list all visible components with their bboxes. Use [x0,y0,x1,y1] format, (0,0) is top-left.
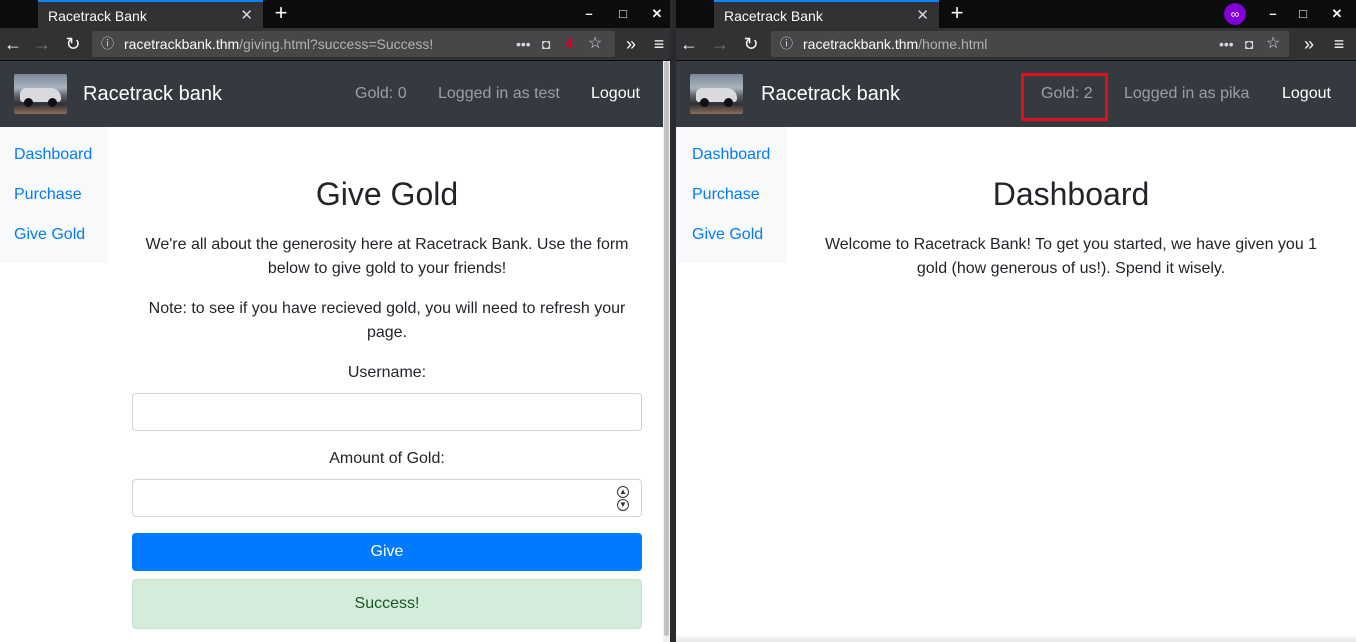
sidebar-item-dashboard[interactable]: Dashboard [0,144,108,184]
page-title: Give Gold [315,176,459,212]
new-tab-icon[interactable]: + [946,0,968,28]
forward-icon[interactable]: → [29,28,55,60]
number-stepper[interactable]: ▲ ▼ [617,486,629,512]
logout-link[interactable]: Logout [1282,61,1331,127]
sidebar-item-purchase[interactable]: Purchase [0,184,108,224]
username-label: Username: [347,364,427,381]
welcome-text: Welcome to Racetrack Bank! To get you st… [824,236,1318,277]
close-window-icon[interactable]: ✕ [1322,0,1352,28]
tab-strip: Racetrack Bank ✕ + – □ ✕ [0,0,670,28]
minimize-icon[interactable]: – [574,0,604,28]
extension-badge[interactable]: 4 [565,31,573,57]
reload-icon[interactable]: ↻ [60,28,86,60]
tab-title: Racetrack Bank [48,8,147,24]
stepper-down-icon[interactable]: ▼ [617,499,629,511]
browser-window-left: Racetrack Bank ✕ + – □ ✕ ← → ↻ ⓘ racetra… [0,0,670,642]
close-tab-icon[interactable]: ✕ [916,2,929,30]
note-text: Note: to see if you have recieved gold, … [148,300,626,341]
amount-label: Amount of Gold: [329,450,445,467]
hamburger-menu-icon[interactable]: ≡ [1326,28,1352,60]
overflow-menu-icon[interactable]: » [1296,28,1322,60]
tab-title: Racetrack Bank [724,8,823,24]
sidebar-item-dashboard[interactable]: Dashboard [676,144,787,184]
site-navbar: Racetrack bank Gold: 0 Logged in as test… [0,61,670,127]
brand-name[interactable]: Racetrack bank [761,61,900,127]
info-icon[interactable]: ⓘ [780,31,793,57]
pocket-icon[interactable]: ◘ [1245,31,1253,57]
site-navbar: Racetrack bank Gold: 2 Logged in as pika… [676,61,1356,127]
sidebar-item-purchase[interactable]: Purchase [676,184,787,224]
url-domain: racetrackbank.thm [803,36,919,52]
logged-in-status: Logged in as pika [1124,85,1250,102]
give-button[interactable]: Give [132,533,642,571]
forward-icon[interactable]: → [707,28,733,60]
private-browsing-icon: ∞ [1224,3,1246,25]
hamburger-menu-icon[interactable]: ≡ [646,28,670,60]
username-input[interactable] [132,393,642,431]
info-icon[interactable]: ⓘ [101,31,114,57]
close-window-icon[interactable]: ✕ [642,0,670,28]
gold-balance: Gold: 0 [355,85,407,102]
stepper-up-icon[interactable]: ▲ [617,486,629,498]
close-tab-icon[interactable]: ✕ [240,2,253,30]
tab-strip: Racetrack Bank ✕ + ∞ – □ ✕ [676,0,1356,28]
amount-input[interactable]: ▲ ▼ [132,479,642,517]
pocket-icon[interactable]: ◘ [542,31,550,57]
sidebar: Dashboard Purchase Give Gold [676,127,787,263]
browser-tab[interactable]: Racetrack Bank ✕ [38,0,263,28]
page-title: Dashboard [992,176,1150,212]
back-icon[interactable]: ← [676,28,702,60]
browser-window-right: Racetrack Bank ✕ + ∞ – □ ✕ ← → ↻ ⓘ racet… [676,0,1356,642]
scrollbar[interactable] [663,61,670,642]
url-path: /home.html [918,36,988,52]
brand-name[interactable]: Racetrack bank [83,61,222,127]
new-tab-icon[interactable]: + [270,0,292,28]
minimize-icon[interactable]: – [1258,0,1288,28]
address-bar[interactable]: ⓘ racetrackbank.thm/home.html ••• ◘ ☆ [771,31,1289,57]
page-actions-icon[interactable]: ••• [1219,31,1234,57]
racecar-logo [690,74,743,114]
url-domain: racetrackbank.thm [124,36,240,52]
main-content: Dashboard Welcome to Racetrack Bank! To … [811,127,1331,297]
bookmark-star-icon[interactable]: ☆ [1266,31,1280,57]
browser-toolbar: ← → ↻ ⓘ racetrackbank.thm/giving.html?su… [0,28,670,61]
scrollbar-thumb[interactable] [664,61,669,636]
main-content: Give Gold We're all about the generosity… [132,127,642,629]
address-bar[interactable]: ⓘ racetrackbank.thm/giving.html?success=… [92,31,615,57]
browser-toolbar: ← → ↻ ⓘ racetrackbank.thm/home.html ••• … [676,28,1356,61]
success-alert: Success! [132,579,642,629]
bookmark-star-icon[interactable]: ☆ [588,31,602,57]
desktop: Racetrack Bank ✕ + – □ ✕ ← → ↻ ⓘ racetra… [0,0,1356,642]
maximize-icon[interactable]: □ [608,0,638,28]
highlight-box [1021,73,1108,121]
maximize-icon[interactable]: □ [1288,0,1318,28]
overflow-menu-icon[interactable]: » [618,28,644,60]
intro-text: We're all about the generosity here at R… [145,236,629,277]
sidebar-item-give-gold[interactable]: Give Gold [676,224,787,264]
logged-in-status: Logged in as test [438,85,560,102]
back-icon[interactable]: ← [0,28,26,60]
racecar-logo [14,74,67,114]
logout-link[interactable]: Logout [591,61,640,127]
reload-icon[interactable]: ↻ [738,28,764,60]
page-bottom-edge [676,634,1356,642]
url-path: /giving.html?success=Success! [239,36,434,52]
sidebar-item-give-gold[interactable]: Give Gold [0,224,108,264]
sidebar: Dashboard Purchase Give Gold [0,127,108,263]
page-actions-icon[interactable]: ••• [516,31,531,57]
browser-tab[interactable]: Racetrack Bank ✕ [714,0,939,28]
